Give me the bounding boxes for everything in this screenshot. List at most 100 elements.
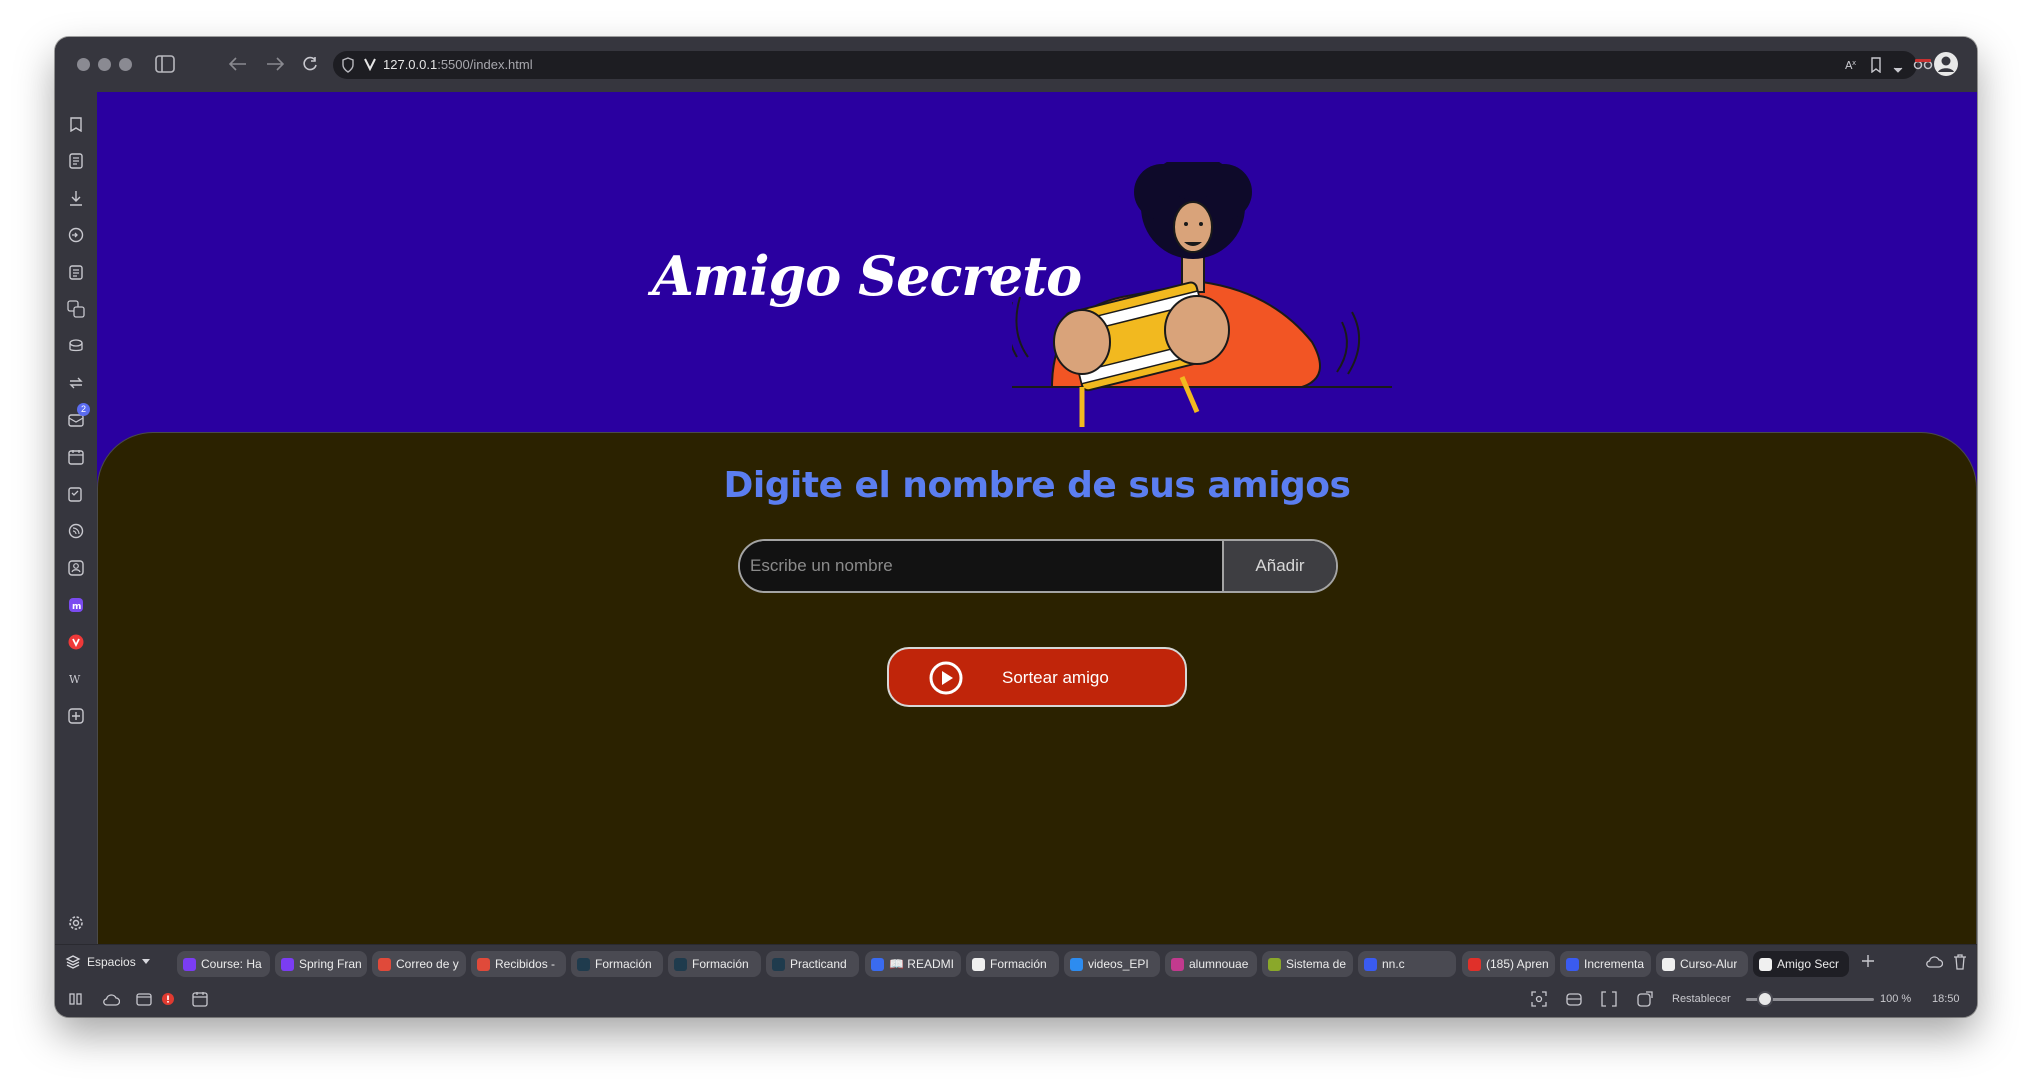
name-input-group: Añadir: [738, 539, 1338, 593]
browser-tab[interactable]: 📖 READMI: [865, 951, 961, 977]
browser-tab[interactable]: videos_EPI: [1064, 951, 1160, 977]
browser-tab[interactable]: Formación: [571, 951, 663, 977]
alert-icon[interactable]: [159, 990, 177, 1008]
tab-favicon-icon: [1070, 957, 1083, 971]
feeds-icon[interactable]: [65, 520, 87, 542]
browser-tab[interactable]: Formación: [966, 951, 1059, 977]
forward-icon[interactable]: [262, 51, 288, 77]
tab-label: Recibidos -: [495, 957, 556, 971]
draw-button-label: Sortear amigo: [1002, 668, 1109, 687]
tab-label: Incrementa: [1584, 957, 1645, 971]
tab-favicon-icon: [281, 957, 294, 971]
tab-label: Correo de y: [396, 957, 459, 971]
settings-gear-icon[interactable]: [65, 912, 87, 934]
url-host: 127.0.0.1: [383, 57, 438, 72]
notes-icon[interactable]: [65, 261, 87, 283]
mail-status-icon[interactable]: [135, 990, 153, 1008]
tab-favicon-icon: [477, 957, 490, 971]
zoom-level: 100 %: [1880, 993, 1912, 1005]
address-bar[interactable]: 127.0.0.1:5500/index.html Ax: [333, 51, 1917, 79]
window-controls[interactable]: [77, 58, 132, 71]
spaces-menu[interactable]: Espacios: [65, 954, 150, 970]
svg-text:m: m: [72, 602, 81, 612]
browser-tab[interactable]: Curso-Alur: [1656, 951, 1748, 977]
wikipedia-icon[interactable]: W: [65, 668, 87, 690]
add-web-panel-icon[interactable]: [65, 705, 87, 727]
cloud-sync-icon[interactable]: [1925, 955, 1944, 973]
draw-friend-button[interactable]: Sortear amigo: [887, 647, 1187, 707]
add-friend-button[interactable]: Añadir: [1222, 541, 1336, 591]
tab-favicon-icon: [1566, 957, 1579, 971]
back-icon[interactable]: [225, 51, 251, 77]
browser-tab[interactable]: (185) Apren: [1462, 951, 1555, 977]
browser-tab[interactable]: Incrementa: [1560, 951, 1651, 977]
browser-tab[interactable]: Course: Ha: [177, 951, 270, 977]
translate-icon[interactable]: Ax: [1844, 57, 1860, 78]
friend-name-input[interactable]: [740, 541, 1222, 591]
history-icon[interactable]: [65, 224, 87, 246]
panel-toggle-icon[interactable]: [152, 51, 178, 77]
browser-tab[interactable]: nn.c: [1358, 951, 1456, 977]
play-icon: [929, 661, 963, 695]
close-window-button[interactable]: [77, 58, 90, 71]
sync-icon[interactable]: [65, 372, 87, 394]
capture-icon[interactable]: [1530, 990, 1548, 1008]
tasks-icon[interactable]: [65, 483, 87, 505]
image-toggle-icon[interactable]: [1636, 990, 1654, 1008]
svg-text:W: W: [69, 673, 81, 686]
page-tiling-icon[interactable]: [1565, 990, 1583, 1008]
browser-tab[interactable]: Practicand: [766, 951, 859, 977]
page-actions-icon[interactable]: [1600, 990, 1618, 1008]
vivaldi-icon[interactable]: [65, 631, 87, 653]
browser-tab[interactable]: Sistema de: [1262, 951, 1353, 977]
calendar-icon[interactable]: [65, 446, 87, 468]
tab-label: Formación: [990, 957, 1047, 971]
tab-label: Formación: [595, 957, 652, 971]
tab-favicon-icon: [577, 957, 590, 971]
chevron-down-icon: [141, 959, 150, 964]
tab-label: nn.c: [1382, 957, 1405, 971]
browser-tab[interactable]: Correo de y: [372, 951, 466, 977]
browser-tab[interactable]: Amigo Secr: [1753, 951, 1849, 977]
bookmark-icon[interactable]: [1870, 57, 1882, 78]
tab-favicon-icon: [972, 957, 985, 971]
section-subtitle: Digite el nombre de sus amigos: [723, 465, 1351, 506]
maximize-window-button[interactable]: [119, 58, 132, 71]
url-text[interactable]: 127.0.0.1:5500/index.html: [383, 57, 533, 72]
side-panel: 2 m W: [55, 92, 97, 944]
mail-icon[interactable]: 2: [65, 403, 90, 431]
contacts-icon[interactable]: [65, 557, 87, 579]
zoom-slider-thumb[interactable]: [1757, 991, 1774, 1007]
svg-text:x: x: [1852, 59, 1856, 67]
tab-label: Amigo Secr: [1777, 957, 1840, 971]
url-path: :5500/index.html: [437, 57, 533, 72]
trash-icon[interactable]: [1953, 954, 1967, 975]
profile-avatar-icon[interactable]: [1933, 51, 1959, 77]
translate-panel-icon[interactable]: [65, 298, 87, 320]
browser-tab[interactable]: alumnouae: [1165, 951, 1257, 977]
bookmarks-panel-icon[interactable]: [65, 113, 87, 135]
browser-tab[interactable]: Formación: [668, 951, 761, 977]
reading-list-icon[interactable]: [65, 150, 87, 172]
zoom-reset-button[interactable]: Restablecer: [1672, 993, 1731, 1005]
minimize-window-button[interactable]: [98, 58, 111, 71]
downloads-icon[interactable]: [65, 187, 87, 209]
browser-tab[interactable]: Spring Fran: [275, 951, 367, 977]
mail-badge: 2: [77, 403, 90, 416]
panel-toggle-icon[interactable]: [67, 990, 85, 1008]
tab-label: alumnouae: [1189, 957, 1249, 971]
new-tab-plus-icon[interactable]: [1861, 954, 1875, 973]
calendar-status-icon[interactable]: [191, 990, 209, 1008]
page-viewport: Amigo Secreto Digite el nombre de sus am…: [97, 92, 1977, 944]
tab-favicon-icon: [1268, 957, 1281, 971]
browser-window: 127.0.0.1:5500/index.html Ax 2 m W Amigo…: [55, 37, 1977, 1017]
mastodon-icon[interactable]: m: [65, 594, 87, 616]
tab-label: Sistema de: [1286, 957, 1347, 971]
window-panel-icon[interactable]: [65, 335, 87, 357]
reload-icon[interactable]: [297, 51, 323, 77]
cloud-icon[interactable]: [102, 990, 120, 1008]
clock: 18:50: [1932, 993, 1960, 1005]
browser-tab[interactable]: Recibidos -: [471, 951, 566, 977]
shield-icon[interactable]: [341, 57, 355, 78]
chevron-down-icon[interactable]: [1893, 61, 1903, 79]
